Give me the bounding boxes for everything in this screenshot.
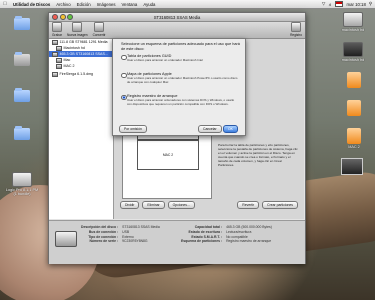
burn-icon <box>52 22 62 32</box>
dmg-icon <box>52 71 58 77</box>
volume-icon <box>56 57 62 63</box>
disk-sidebar: 111.8 GB ST9681 1291 Media Macintosh hd … <box>49 39 114 219</box>
sidebar-item-dmg[interactable]: FireSierga 6.1.5.dmg <box>49 71 113 77</box>
window-titlebar[interactable]: ST3160813 SSAS Media <box>49 13 305 22</box>
image-thumbnail-icon <box>341 158 363 175</box>
menu-archivo[interactable]: Archivo <box>53 2 73 7</box>
log-icon <box>291 22 302 32</box>
logic-label: Logic Pro 8.1.1 PM (1 bundle) <box>5 188 39 196</box>
desktop-icon-orange-2[interactable] <box>334 100 374 117</box>
desktop-icon-folder-2[interactable] <box>2 88 42 103</box>
desktop-icon-folder-1[interactable] <box>2 16 42 31</box>
toolbar-convert[interactable]: Convertir <box>93 22 106 38</box>
volume-icon <box>56 45 62 51</box>
new-image-icon <box>72 22 83 32</box>
partition-info-text: Para borrar la tabla de particiones y el… <box>218 143 298 167</box>
document-icon <box>14 52 30 66</box>
partition-actions-left: Dividir Eliminar Opciones... <box>120 201 195 209</box>
desktop-icon-disk-2[interactable]: macintosh hd <box>333 42 373 62</box>
folder-icon <box>14 16 30 30</box>
partition-block-mac2[interactable]: MAC 2 <box>137 140 199 170</box>
create-partitions-button[interactable]: Crear particiones <box>262 201 298 209</box>
sheet-question: Seleccione un esquema de particiones ade… <box>121 42 240 51</box>
ok-button[interactable]: OK <box>223 125 238 133</box>
desktop-icon-thumb[interactable] <box>332 158 372 176</box>
menu-edicion[interactable]: Edición <box>74 2 94 7</box>
partition-actions-right: Revertir Crear particiones <box>237 201 298 209</box>
defaults-button[interactable]: Por omisión <box>119 125 147 133</box>
sidebar-item-mac2[interactable]: MAC 2 <box>49 63 113 69</box>
desktop-icon-folder-3[interactable] <box>2 126 42 141</box>
toolbar-new-image[interactable]: Nueva imagen <box>67 22 88 38</box>
disk-info-left: Descripción del disco : ST3160813 SSAS M… <box>81 225 160 244</box>
radio-apm[interactable] <box>121 72 127 78</box>
wifi-icon[interactable]: ▽ <box>322 1 325 7</box>
volume-icon <box>56 63 62 69</box>
disk-icon <box>52 51 58 57</box>
desktop-icon-mac2[interactable]: MAC 2 <box>334 128 374 149</box>
package-icon <box>12 172 32 187</box>
cancel-button[interactable]: Cancelar <box>198 125 222 133</box>
toolbar-burn[interactable]: Grabar <box>52 22 62 38</box>
usb-drive-icon <box>347 100 361 116</box>
partition-scheme-sheet: Seleccione un esquema de particiones ade… <box>112 38 246 136</box>
sidebar-item-disk-2[interactable]: 465.3 GB ST3160813 SSAS... <box>49 51 113 57</box>
input-flag-icon[interactable] <box>335 1 344 7</box>
revert-button[interactable]: Revertir <box>237 201 260 209</box>
disk-info-right: Capacidad total : 465.3 GB (500.000.000 … <box>181 225 272 244</box>
menu-ayuda[interactable]: Ayuda <box>140 2 158 7</box>
apple-menu-icon[interactable]:  <box>0 1 10 7</box>
window-toolbar: Grabar Nueva imagen Convertir Registro <box>49 22 305 39</box>
disk-status-bar: Descripción del disco : ST3160813 SSAS M… <box>49 220 305 264</box>
folder-icon <box>14 88 30 102</box>
desktop-icon-logic[interactable]: Logic Pro 8.1.1 PM (1 bundle) <box>2 172 42 196</box>
clock[interactable]: mar 10:18 <box>346 2 365 7</box>
spotlight-icon[interactable]: ⚲ <box>369 1 372 7</box>
menu-ventana[interactable]: Ventana <box>119 2 141 7</box>
desktop-icon-orange-1[interactable] <box>334 72 374 89</box>
window-title: ST3160813 SSAS Media <box>153 14 201 20</box>
options-button[interactable]: Opciones... <box>167 201 195 209</box>
folder-icon <box>14 126 30 140</box>
delete-button[interactable]: Eliminar <box>142 201 165 209</box>
usb-drive-icon <box>347 72 361 88</box>
option-apm[interactable]: Mapa de particiones Apple Usar el disco … <box>121 72 241 90</box>
disk-icon <box>52 39 58 45</box>
hard-disk-icon <box>343 42 363 57</box>
volume-icon[interactable]: ♬ <box>328 2 332 7</box>
usb-drive-icon <box>347 128 361 144</box>
hard-disk-icon <box>343 12 363 27</box>
toolbar-log[interactable]: Registro <box>290 22 302 38</box>
menubar:  Utilidad de Discos Archivo Edición Imá… <box>0 0 375 9</box>
desktop-icon-disk-1[interactable]: macintosh hd <box>333 12 373 32</box>
desktop-icon-file[interactable] <box>2 52 42 67</box>
split-button[interactable]: Dividir <box>120 201 140 209</box>
radio-mbr[interactable] <box>121 94 127 100</box>
radio-guid[interactable] <box>121 54 127 60</box>
menu-app[interactable]: Utilidad de Discos <box>10 2 53 7</box>
hard-disk-icon <box>55 231 77 247</box>
menubar-extras: ▽ ♬ mar 10:18 ⚲ <box>322 1 375 7</box>
convert-icon <box>94 22 105 32</box>
menu-imagenes[interactable]: Imágenes <box>94 2 119 7</box>
option-mbr[interactable]: Registro maestro de arranque Usar el dis… <box>121 94 241 120</box>
option-guid[interactable]: Tabla de particiones GUID Usar el disco … <box>121 54 241 68</box>
